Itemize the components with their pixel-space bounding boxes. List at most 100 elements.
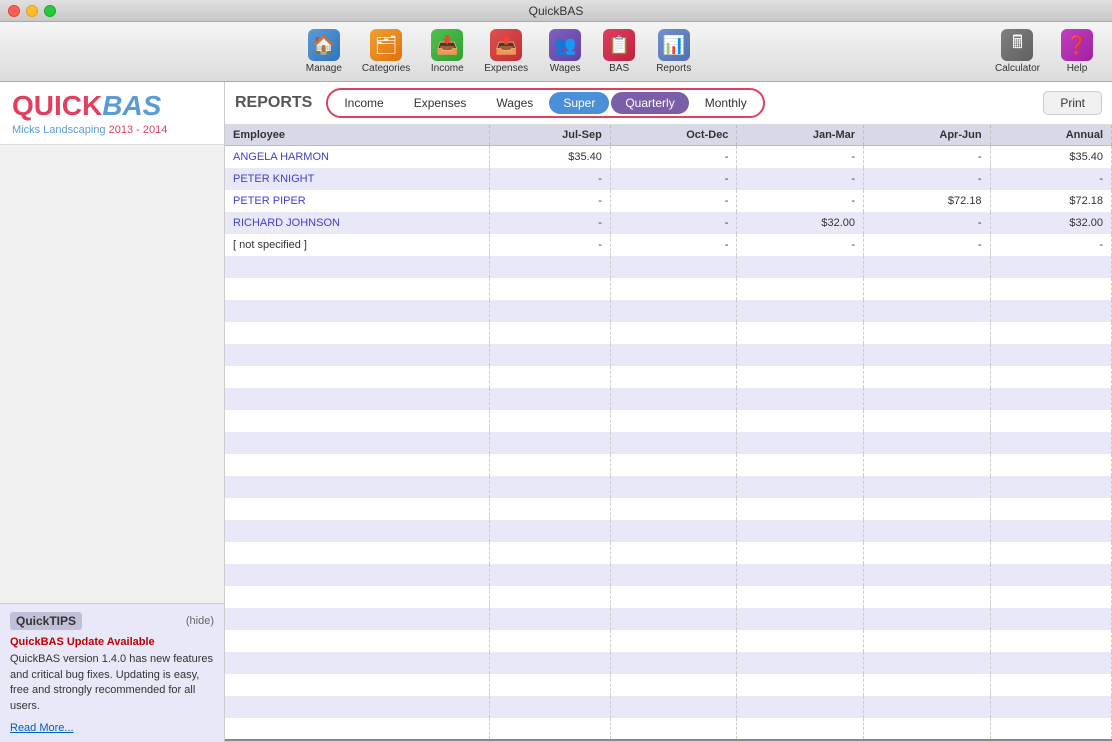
toolbar-wages[interactable]: 👥 Wages bbox=[540, 25, 590, 78]
table-row-empty bbox=[225, 454, 1112, 476]
table-row-empty bbox=[225, 278, 1112, 300]
cell-annual: $72.18 bbox=[990, 190, 1111, 212]
help-icon: ❓ bbox=[1061, 29, 1093, 61]
table-header-row: Employee Jul-Sep Oct-Dec Jan-Mar Apr-Jun… bbox=[225, 125, 1112, 146]
cell-employee: RICHARD JOHNSON bbox=[225, 212, 489, 234]
table-row-empty bbox=[225, 498, 1112, 520]
close-button[interactable] bbox=[8, 5, 20, 17]
table-row-empty bbox=[225, 564, 1112, 586]
cell-employee: PETER PIPER bbox=[225, 190, 489, 212]
tab-quarterly[interactable]: Quarterly bbox=[611, 92, 688, 114]
cell-jul-sep: - bbox=[489, 168, 610, 190]
cell-oct-dec: - bbox=[610, 168, 737, 190]
table-row: [ not specified ] - - - - - bbox=[225, 234, 1112, 256]
logo-bas: BAS bbox=[102, 90, 161, 121]
toolbar-manage[interactable]: 🏠 Manage bbox=[298, 25, 350, 78]
cell-apr-jun: - bbox=[864, 146, 991, 168]
calculator-label: Calculator bbox=[995, 63, 1040, 74]
right-content: REPORTS Income Expenses Wages Super Quar… bbox=[225, 82, 1112, 742]
quicktips-hide-button[interactable]: (hide) bbox=[186, 615, 214, 627]
cell-employee: [ not specified ] bbox=[225, 234, 489, 256]
cell-jan-mar: $32.00 bbox=[737, 212, 864, 234]
toolbar-icons: 🏠 Manage 🗂 Categories 📥 Income 📤 Expense… bbox=[10, 25, 987, 78]
quicktips-panel: QuickTIPS (hide) QuickBAS Update Availab… bbox=[0, 603, 224, 742]
reports-title: REPORTS bbox=[235, 94, 312, 112]
col-jul-sep: Jul-Sep bbox=[489, 125, 610, 146]
reports-header: REPORTS Income Expenses Wages Super Quar… bbox=[225, 82, 1112, 125]
manage-icon: 🏠 bbox=[308, 29, 340, 61]
table-row-empty bbox=[225, 388, 1112, 410]
logo-area: QUICKBAS Micks Landscaping 2013 - 2014 bbox=[0, 82, 224, 145]
toolbar-expenses[interactable]: 📤 Expenses bbox=[476, 25, 536, 78]
table-row-empty bbox=[225, 322, 1112, 344]
table-row-empty bbox=[225, 608, 1112, 630]
quicktips-update-title: QuickBAS Update Available bbox=[10, 636, 214, 648]
toolbar-right: 🖩 Calculator ❓ Help bbox=[987, 25, 1102, 78]
table-row-empty bbox=[225, 696, 1112, 718]
tab-super[interactable]: Super bbox=[549, 92, 609, 114]
manage-label: Manage bbox=[306, 63, 342, 74]
cell-jan-mar: - bbox=[737, 146, 864, 168]
help-label: Help bbox=[1067, 63, 1088, 74]
table-row-empty bbox=[225, 630, 1112, 652]
col-employee: Employee bbox=[225, 125, 489, 146]
cell-annual: $35.40 bbox=[990, 146, 1111, 168]
company-year-value: 2013 - 2014 bbox=[109, 124, 168, 136]
logo: QUICKBAS bbox=[12, 92, 212, 120]
tab-bar: Income Expenses Wages Super Quarterly Mo… bbox=[326, 88, 764, 118]
toolbar-reports[interactable]: 📊 Reports bbox=[648, 25, 699, 78]
cell-jan-mar: - bbox=[737, 234, 864, 256]
table-row: RICHARD JOHNSON - - $32.00 - $32.00 bbox=[225, 212, 1112, 234]
wages-label: Wages bbox=[550, 63, 581, 74]
table-row-empty bbox=[225, 432, 1112, 454]
tab-monthly[interactable]: Monthly bbox=[691, 92, 761, 114]
cell-oct-dec: - bbox=[610, 146, 737, 168]
print-button[interactable]: Print bbox=[1043, 91, 1102, 115]
tab-income[interactable]: Income bbox=[330, 92, 397, 114]
title-bar: QuickBAS bbox=[0, 0, 1112, 22]
reports-label: Reports bbox=[656, 63, 691, 74]
wages-icon: 👥 bbox=[549, 29, 581, 61]
cell-annual: - bbox=[990, 234, 1111, 256]
cell-jan-mar: - bbox=[737, 190, 864, 212]
maximize-button[interactable] bbox=[44, 5, 56, 17]
cell-annual: - bbox=[990, 168, 1111, 190]
toolbar-help[interactable]: ❓ Help bbox=[1052, 25, 1102, 78]
minimize-button[interactable] bbox=[26, 5, 38, 17]
toolbar-income[interactable]: 📥 Income bbox=[422, 25, 472, 78]
toolbar-calculator[interactable]: 🖩 Calculator bbox=[987, 25, 1048, 78]
expenses-icon: 📤 bbox=[490, 29, 522, 61]
toolbar-categories[interactable]: 🗂 Categories bbox=[354, 25, 418, 78]
bas-label: BAS bbox=[609, 63, 629, 74]
left-sidebar: QUICKBAS Micks Landscaping 2013 - 2014 Q… bbox=[0, 82, 225, 742]
cell-jan-mar: - bbox=[737, 168, 864, 190]
tab-wages[interactable]: Wages bbox=[482, 92, 547, 114]
reports-icon: 📊 bbox=[658, 29, 690, 61]
cell-employee: ANGELA HARMON bbox=[225, 146, 489, 168]
read-more-link[interactable]: Read More... bbox=[10, 722, 74, 734]
cell-employee: PETER KNIGHT bbox=[225, 168, 489, 190]
table-row-empty bbox=[225, 366, 1112, 388]
tab-expenses[interactable]: Expenses bbox=[400, 92, 481, 114]
cell-oct-dec: - bbox=[610, 234, 737, 256]
table-row-empty bbox=[225, 542, 1112, 564]
col-oct-dec: Oct-Dec bbox=[610, 125, 737, 146]
company-name: Micks Landscaping bbox=[12, 124, 106, 136]
reports-table: Employee Jul-Sep Oct-Dec Jan-Mar Apr-Jun… bbox=[225, 125, 1112, 742]
main-layout: QUICKBAS Micks Landscaping 2013 - 2014 Q… bbox=[0, 82, 1112, 742]
cell-jul-sep: - bbox=[489, 190, 610, 212]
categories-icon: 🗂 bbox=[370, 29, 402, 61]
quicktips-title: QuickTIPS bbox=[10, 612, 82, 630]
data-table: Employee Jul-Sep Oct-Dec Jan-Mar Apr-Jun… bbox=[225, 125, 1112, 742]
income-label: Income bbox=[431, 63, 464, 74]
traffic-lights bbox=[8, 5, 56, 17]
table-row-empty bbox=[225, 674, 1112, 696]
cell-apr-jun: $72.18 bbox=[864, 190, 991, 212]
toolbar-bas[interactable]: 📋 BAS bbox=[594, 25, 644, 78]
table-row: ANGELA HARMON $35.40 - - - $35.40 bbox=[225, 146, 1112, 168]
cell-apr-jun: - bbox=[864, 212, 991, 234]
logo-quick: QUICK bbox=[12, 90, 102, 121]
table-row-empty bbox=[225, 476, 1112, 498]
table-row-empty bbox=[225, 652, 1112, 674]
company-info: Micks Landscaping 2013 - 2014 bbox=[12, 124, 212, 136]
